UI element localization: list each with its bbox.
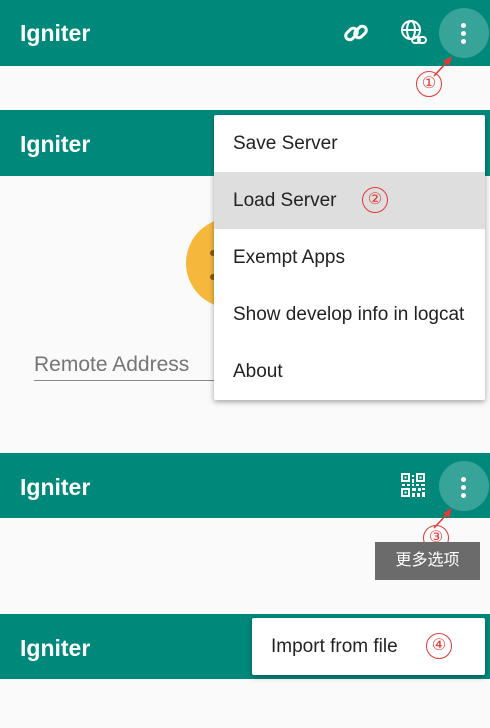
remote-address-input[interactable]: [34, 350, 214, 381]
menu-item-label: Import from file: [271, 636, 398, 657]
app-title: Igniter: [20, 131, 91, 157]
more-vert-icon[interactable]: [461, 23, 467, 47]
menu-item-load-server[interactable]: Load Server ②: [214, 172, 485, 229]
more-vert-icon[interactable]: [461, 477, 467, 501]
menu-item-label: About: [233, 361, 283, 382]
menu-item-develop-info[interactable]: Show develop info in logcat: [214, 286, 485, 343]
menu-item-save-server[interactable]: Save Server: [214, 115, 485, 172]
overflow-menu: Import from file ④: [252, 618, 485, 675]
annotation-marker-4: ④: [426, 633, 452, 659]
menu-item-label: Load Server: [233, 190, 337, 211]
app-bar-1: Igniter: [0, 0, 490, 66]
app-title: Igniter: [20, 635, 91, 661]
menu-item-import-from-file[interactable]: Import from file ④: [252, 618, 485, 675]
annotation-marker-1: ①: [416, 71, 442, 97]
globe-link-icon[interactable]: [398, 17, 430, 49]
qr-code-icon[interactable]: [400, 472, 426, 498]
app-bar-3: Igniter: [0, 453, 490, 518]
menu-item-label: Save Server: [233, 133, 338, 154]
app-title: Igniter: [20, 474, 91, 500]
more-options-tooltip: 更多选项: [375, 542, 480, 580]
app-title: Igniter: [20, 20, 91, 46]
menu-item-label: Exempt Apps: [233, 247, 345, 268]
menu-item-about[interactable]: About: [214, 343, 485, 400]
link-icon[interactable]: [341, 18, 371, 48]
overflow-menu: Save Server Load Server ② Exempt Apps Sh…: [214, 115, 485, 400]
annotation-marker-2: ②: [362, 187, 388, 213]
menu-item-label: Show develop info in logcat: [233, 304, 465, 325]
menu-item-exempt-apps[interactable]: Exempt Apps: [214, 229, 485, 286]
